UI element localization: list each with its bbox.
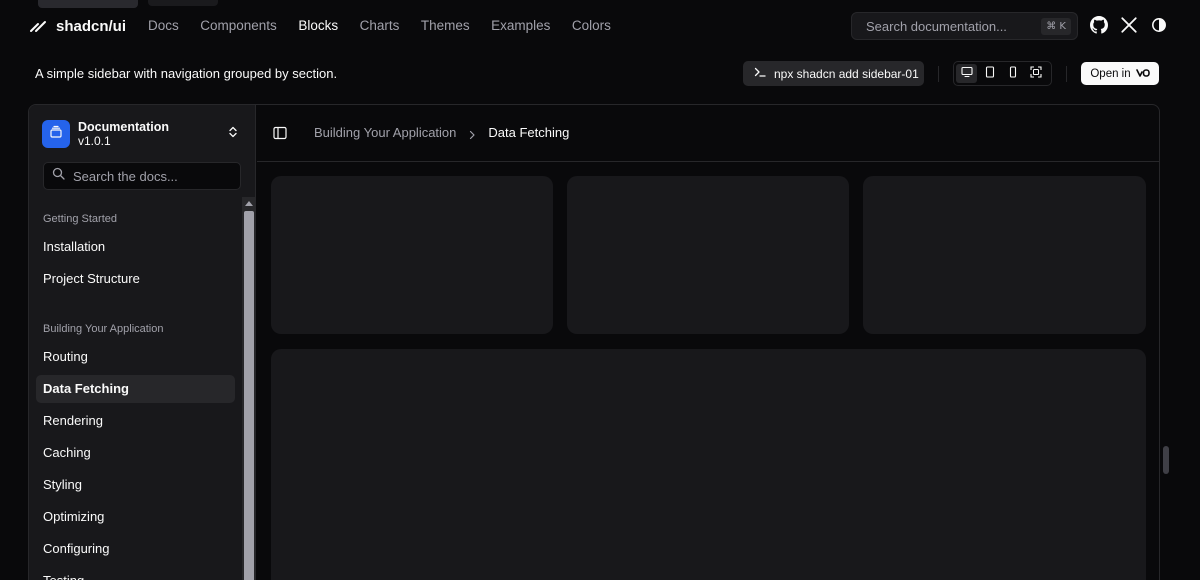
sidebar-item-routing[interactable]: Routing	[36, 343, 235, 371]
sidebar-item-configuring[interactable]: Configuring	[36, 535, 235, 563]
breadcrumb-parent-link[interactable]: Building Your Application	[314, 125, 456, 140]
open-in-v0-button[interactable]: Open in	[1081, 62, 1159, 85]
browser-tab-fragment-2	[148, 0, 218, 6]
chevrons-up-down-icon	[226, 125, 242, 141]
block-preview-frame: Documentation v1.0.1 Getting Started Inst…	[28, 104, 1160, 580]
shadcn-logo-icon	[28, 14, 48, 39]
install-command-text: npx shadcn add sidebar-01	[774, 66, 919, 81]
nav-link-components[interactable]: Components	[200, 16, 277, 36]
breadcrumb: Building Your Application Data Fetching	[314, 125, 569, 140]
mobile-icon	[1007, 65, 1019, 83]
nav-link-blocks[interactable]: Blocks	[298, 16, 338, 36]
tablet-icon	[984, 65, 996, 83]
search-shortcut-kbd: ⌘ K	[1041, 18, 1071, 35]
chevron-right-icon	[467, 128, 477, 139]
sidebar-item-styling[interactable]: Styling	[36, 471, 235, 499]
theme-toggle-icon[interactable]	[1150, 16, 1168, 34]
sidebar-item-project-structure[interactable]: Project Structure	[36, 265, 235, 293]
sidebar-group-label: Building Your Application	[43, 323, 164, 335]
placeholder-main-panel	[271, 349, 1146, 580]
sidebar-toggle-icon[interactable]	[273, 126, 287, 140]
fullscreen-icon	[1029, 65, 1042, 83]
team-version: v1.0.1	[78, 134, 111, 148]
terminal-icon	[754, 65, 766, 83]
desktop-icon	[960, 65, 973, 83]
view-fullscreen-button[interactable]	[1025, 64, 1046, 83]
github-icon[interactable]	[1090, 16, 1108, 34]
main-nav: Docs Components Blocks Charts Themes Examples…	[148, 16, 632, 36]
scroll-up-arrow-icon[interactable]	[245, 201, 253, 206]
search-documentation-placeholder: Search documentation...	[866, 18, 1007, 34]
block-description: A simple sidebar with navigation grouped…	[35, 66, 338, 81]
placeholder-card-1	[271, 176, 553, 334]
nav-link-docs[interactable]: Docs	[148, 16, 179, 36]
site-logo[interactable]: shadcn/ui	[28, 14, 126, 38]
sidebar-group-label: Getting Started	[43, 213, 117, 225]
content-header: Building Your Application Data Fetching	[257, 105, 1159, 162]
sidebar-item-rendering[interactable]: Rendering	[36, 407, 235, 435]
copy-install-command-button[interactable]: npx shadcn add sidebar-01	[743, 61, 924, 86]
placeholder-card-3	[863, 176, 1146, 334]
sidebar-item-testing[interactable]: Testing	[36, 567, 235, 580]
nav-link-themes[interactable]: Themes	[421, 16, 470, 36]
breadcrumb-current-page: Data Fetching	[488, 125, 570, 140]
nav-link-charts[interactable]: Charts	[360, 16, 400, 36]
page-scrollbar-thumb[interactable]	[1163, 446, 1169, 474]
sidebar-scrollbar-thumb[interactable]	[244, 211, 254, 580]
sidebar-item-caching[interactable]: Caching	[36, 439, 235, 467]
sidebar-search-field[interactable]	[43, 162, 241, 190]
sidebar: Documentation v1.0.1 Getting Started Inst…	[29, 105, 256, 580]
site-logo-text: shadcn/ui	[56, 17, 127, 35]
v0-logo-icon	[1135, 65, 1150, 83]
team-logo	[42, 120, 70, 148]
nav-link-colors[interactable]: Colors	[572, 16, 611, 36]
sidebar-item-installation[interactable]: Installation	[36, 233, 235, 261]
toolbar-divider-2	[1066, 66, 1067, 82]
gallery-vertical-end-icon	[49, 125, 63, 144]
search-documentation-button[interactable]: Search documentation... ⌘ K	[851, 12, 1078, 40]
view-mode-toggle-group	[953, 61, 1052, 86]
open-in-label: Open in	[1090, 67, 1131, 80]
sidebar-search-input[interactable]	[73, 168, 233, 184]
view-desktop-button[interactable]	[956, 64, 977, 83]
top-navigation: shadcn/ui Docs Components Blocks Charts Them…	[0, 0, 1200, 52]
sidebar-item-data-fetching[interactable]: Data Fetching	[36, 375, 235, 403]
team-title: Documentation	[78, 120, 169, 134]
x-icon[interactable]	[1120, 16, 1138, 34]
main-content: Building Your Application Data Fetching	[257, 105, 1159, 580]
browser-tab-fragment	[38, 0, 138, 8]
view-tablet-button[interactable]	[979, 64, 1000, 83]
header-icon-group	[1090, 16, 1168, 34]
view-mobile-button[interactable]	[1002, 64, 1023, 83]
team-switcher[interactable]: Documentation v1.0.1	[42, 119, 242, 149]
search-icon	[52, 167, 65, 185]
placeholder-card-2	[567, 176, 849, 334]
sidebar-item-optimizing[interactable]: Optimizing	[36, 503, 235, 531]
nav-link-examples[interactable]: Examples	[491, 16, 550, 36]
toolbar-divider	[938, 66, 939, 82]
